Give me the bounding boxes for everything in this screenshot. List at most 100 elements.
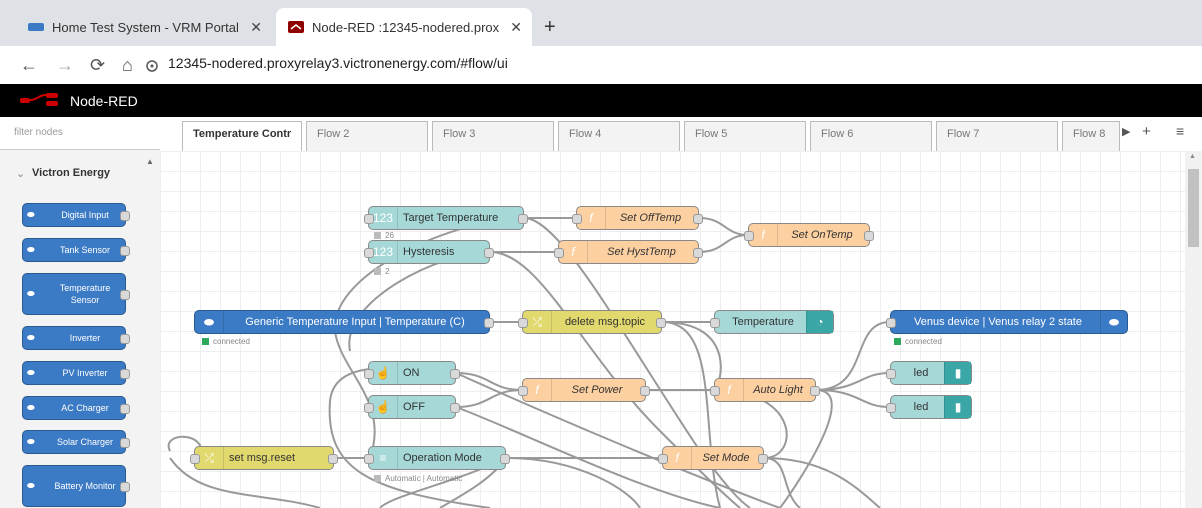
close-icon[interactable]: ✕ (250, 19, 262, 36)
node-set-ontemp[interactable]: f Set OnTemp (744, 223, 874, 247)
node-generic-temperature-input[interactable]: ⬬ Generic Temperature Input | Temperatur… (194, 310, 494, 334)
node-operation-mode[interactable]: ≡ Operation Mode (364, 446, 510, 470)
gauge-icon: ◔ (806, 311, 833, 333)
tab-temperature-control[interactable]: Temperature Contr (182, 121, 302, 151)
tab-flow-6[interactable]: Flow 6 (810, 121, 932, 151)
output-port (656, 318, 666, 328)
output-port (120, 482, 130, 492)
node-label: Generic Temperature Input | Temperature … (245, 316, 465, 328)
node-palette: filter nodes ⌄ Victron Energy ▲ ⬬ Digital… (0, 117, 161, 508)
output-port (758, 454, 768, 464)
palette-node-tank-sensor[interactable]: ⬬ Tank Sensor (22, 238, 130, 262)
wire (328, 367, 491, 508)
node-led-2[interactable]: led ▮ (886, 395, 972, 419)
output-port (120, 211, 130, 221)
node-set-power[interactable]: f Set Power (518, 378, 650, 402)
close-icon[interactable]: ✕ (510, 19, 522, 36)
function-icon: f (559, 241, 588, 263)
node-status: connected (894, 337, 942, 346)
node-label: Operation Mode (403, 452, 482, 464)
node-auto-light[interactable]: f Auto Light (710, 378, 820, 402)
node-set-mode[interactable]: f Set Mode (658, 446, 768, 470)
output-port (120, 369, 130, 379)
node-hysteresis[interactable]: 123 Hysteresis (364, 240, 494, 264)
scroll-up-icon[interactable]: ▲ (1189, 153, 1196, 160)
back-icon[interactable]: ← (20, 55, 38, 76)
node-label: OFF (403, 401, 425, 413)
palette-node-temperature-sensor[interactable]: ⬬ Temperature Sensor (22, 273, 130, 315)
node-status: 2 (374, 267, 389, 276)
node-set-hysttemp[interactable]: f Set HystTemp (554, 240, 703, 264)
wire (661, 321, 721, 508)
output-port (450, 369, 460, 379)
nodered-favicon-icon (288, 21, 304, 33)
browser-tab-nodered[interactable]: Node-RED :12345-nodered.prox ✕ (276, 8, 532, 46)
tab-flow-4[interactable]: Flow 4 (558, 121, 680, 151)
node-label: led (913, 367, 929, 379)
node-label: ON (403, 367, 420, 379)
browser-tab-vrm[interactable]: Home Test System - VRM Portal ✕ (16, 8, 272, 46)
scrollbar-thumb[interactable] (1188, 169, 1199, 247)
output-port (693, 248, 703, 258)
reload-icon[interactable]: ⟳ (90, 55, 105, 76)
node-set-msg-reset[interactable]: ⤮ set msg.reset (190, 446, 338, 470)
palette-node-pv-inverter[interactable]: ⬬ PV Inverter (22, 361, 130, 385)
output-port (120, 334, 130, 344)
palette-node-inverter[interactable]: ⬬ Inverter (22, 326, 130, 350)
forward-icon[interactable]: → (56, 55, 74, 76)
palette-node-battery-monitor[interactable]: ⬬ Battery Monitor (22, 465, 130, 507)
output-port (518, 214, 528, 224)
browser-tab-title: Home Test System - VRM Portal (52, 19, 239, 35)
chevron-down-icon: ⌄ (16, 168, 26, 180)
node-status: Automatic | Automatic (374, 474, 462, 483)
palette-node-label: Digital Input (61, 210, 109, 220)
palette-node-digital-input[interactable]: ⬬ Digital Input (22, 203, 130, 227)
output-port (810, 386, 820, 396)
node-label: Set Mode (702, 452, 750, 464)
wire (763, 457, 881, 508)
scroll-right-icon[interactable]: ▶ (1122, 125, 1130, 138)
palette-node-label: Inverter (69, 333, 101, 343)
flow-workspace[interactable]: 123 Target Temperature 26 123 Hysteresis… (160, 151, 1185, 508)
numeric-icon: 123 (369, 207, 398, 229)
node-label: Target Temperature (403, 212, 499, 224)
input-port (886, 318, 896, 328)
workspace-scrollbar[interactable]: ▲ (1185, 151, 1202, 508)
wire (698, 234, 749, 253)
new-tab-button[interactable]: + (538, 8, 568, 46)
wire (505, 457, 641, 508)
palette-node-solar-charger[interactable]: ⬬ Solar Charger (22, 430, 130, 454)
tab-flow-7[interactable]: Flow 7 (936, 121, 1058, 151)
home-icon[interactable]: ⌂ (122, 55, 133, 76)
numeric-icon: 123 (369, 241, 398, 263)
site-info-icon[interactable] (146, 60, 158, 72)
node-set-offtemp[interactable]: f Set OffTemp (572, 206, 703, 230)
tab-flow-5[interactable]: Flow 5 (684, 121, 806, 151)
node-venus-relay[interactable]: Venus device | Venus relay 2 state ⬬ (886, 310, 1128, 334)
add-flow-button[interactable]: + (1142, 123, 1151, 140)
palette-node-label: Temperature Sensor (59, 283, 111, 305)
victron-icon: ⬬ (27, 244, 35, 255)
tab-flow-3[interactable]: Flow 3 (432, 121, 554, 151)
flow-list-menu-icon[interactable]: ≡ (1176, 123, 1184, 139)
node-led-1[interactable]: led ▮ (886, 361, 972, 385)
tab-flow-8[interactable]: Flow 8 (1062, 121, 1120, 151)
scroll-up-icon[interactable]: ▲ (146, 157, 154, 166)
node-label: delete msg.topic (564, 316, 646, 328)
output-port (120, 404, 130, 414)
node-temperature-gauge[interactable]: Temperature ◔ (710, 310, 834, 334)
wire (348, 251, 491, 352)
node-off-button[interactable]: ☝ OFF (364, 395, 460, 419)
filter-nodes-input[interactable]: filter nodes (0, 117, 160, 150)
function-icon: f (663, 447, 692, 469)
tab-flow-2[interactable]: Flow 2 (306, 121, 428, 151)
node-on-button[interactable]: ☝ ON (364, 361, 460, 385)
node-delete-msg-topic[interactable]: ⤮ delete msg.topic (518, 310, 666, 334)
node-status: connected (202, 337, 250, 346)
node-target-temperature[interactable]: 123 Target Temperature (364, 206, 528, 230)
url-input[interactable]: 12345-nodered.proxyrelay3.victronenergy.… (168, 55, 508, 71)
status-text: 26 (385, 231, 394, 240)
palette-node-ac-charger[interactable]: ⬬ AC Charger (22, 396, 130, 420)
status-text: connected (213, 337, 250, 346)
palette-node-label: Tank Sensor (59, 245, 111, 255)
